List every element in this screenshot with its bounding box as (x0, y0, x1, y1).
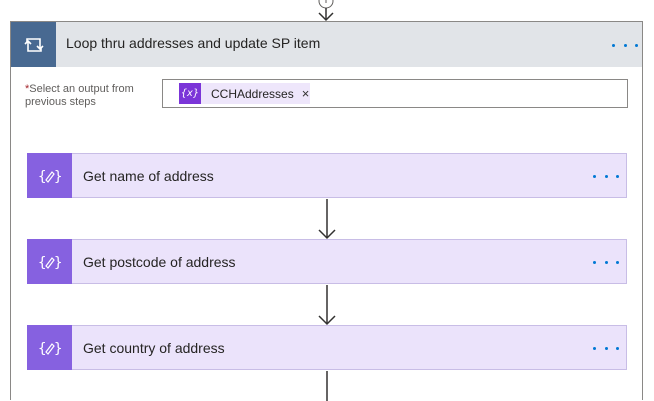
connector-arrow-top (318, 0, 334, 22)
compose-icon: { } (27, 153, 72, 198)
svg-text:}: } (54, 255, 62, 271)
compose-icon: { } (27, 325, 72, 370)
compose-icon: { } (27, 239, 72, 284)
loop-header[interactable]: Loop thru addresses and update SP item (11, 22, 642, 67)
connector-arrow (318, 199, 336, 240)
loop-title: Loop thru addresses and update SP item (66, 35, 321, 51)
connector-arrow (326, 371, 328, 401)
action-card-get-country[interactable]: { } Get country of address (27, 325, 627, 370)
action-title: Get country of address (83, 340, 225, 356)
action-more-options-button[interactable] (593, 255, 619, 269)
svg-text:{: { (38, 169, 46, 185)
action-more-options-button[interactable] (593, 169, 619, 183)
svg-text:}: } (54, 169, 62, 185)
loop-more-options-button[interactable] (612, 38, 638, 52)
expression-variable-icon: {x} (179, 83, 201, 104)
select-output-label: *Select an output from previous steps (25, 83, 165, 109)
action-more-options-button[interactable] (593, 341, 619, 355)
action-title: Get name of address (83, 168, 214, 184)
token-label: CCHAddresses (211, 86, 294, 101)
apply-to-each-loop: Loop thru addresses and update SP item *… (10, 21, 643, 401)
svg-text:}: } (54, 341, 62, 357)
loop-icon (11, 22, 56, 67)
select-output-input[interactable]: {x} CCHAddresses × (162, 79, 628, 108)
action-card-get-name[interactable]: { } Get name of address (27, 153, 627, 198)
svg-text:{: { (38, 255, 46, 271)
action-title: Get postcode of address (83, 254, 236, 270)
action-card-get-postcode[interactable]: { } Get postcode of address (27, 239, 627, 284)
select-output-label-text: Select an output from previous steps (25, 83, 134, 108)
token-remove-icon[interactable]: × (302, 87, 310, 100)
dynamic-content-token[interactable]: {x} CCHAddresses × (179, 83, 310, 104)
connector-arrow (318, 285, 336, 326)
svg-text:{: { (38, 341, 46, 357)
